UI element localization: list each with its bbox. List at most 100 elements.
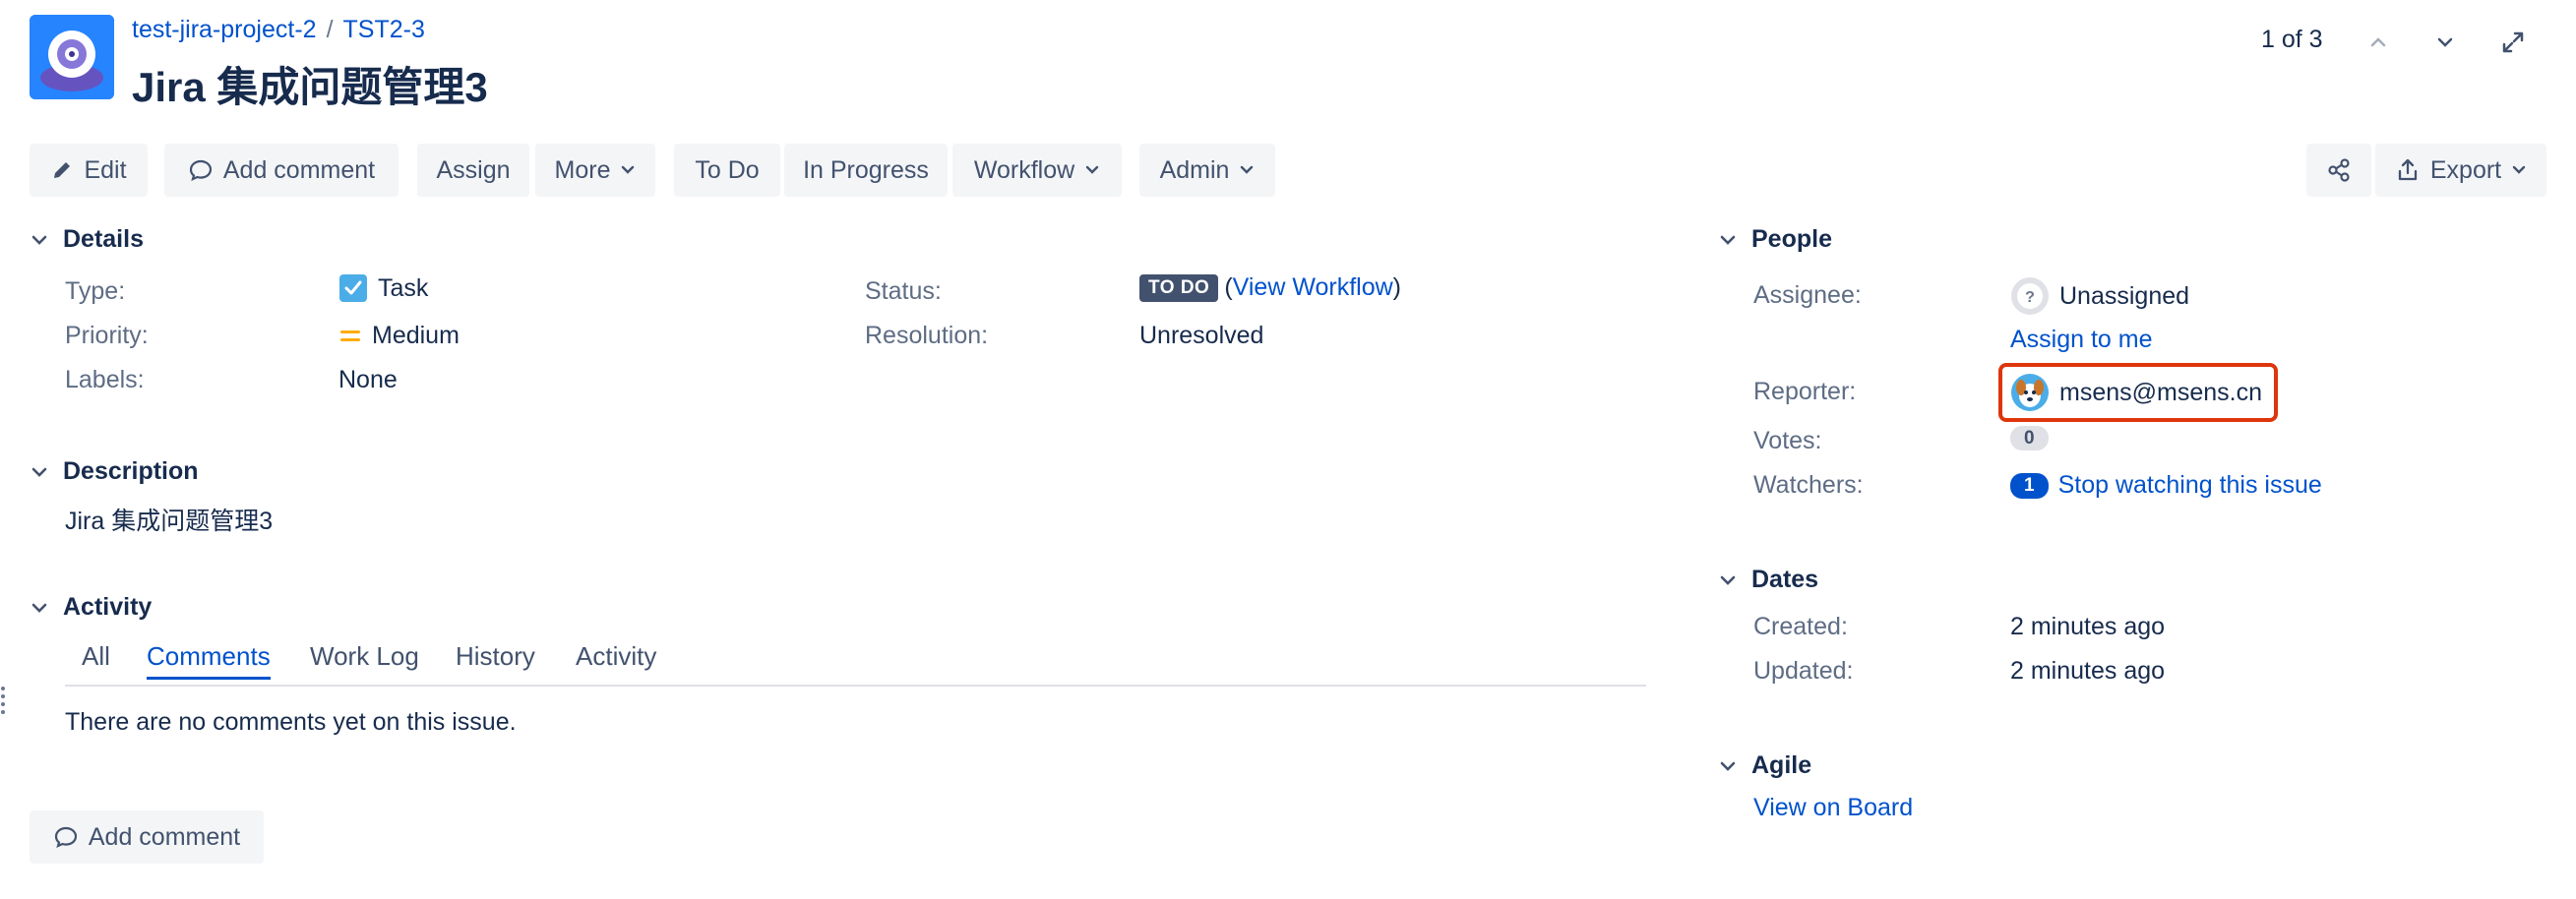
assignee-label: Assignee: bbox=[1753, 281, 1862, 309]
status-label: Status: bbox=[865, 277, 942, 305]
breadcrumb-separator: / bbox=[326, 16, 334, 43]
expand-icon bbox=[2502, 31, 2524, 53]
chevron-down-icon bbox=[31, 603, 47, 613]
type-value: Task bbox=[338, 273, 428, 303]
assign-to-me-link[interactable]: Assign to me bbox=[2010, 326, 2153, 354]
assign-button[interactable]: Assign bbox=[417, 144, 529, 197]
edit-button[interactable]: Edit bbox=[30, 144, 148, 197]
todo-label: To Do bbox=[695, 155, 760, 184]
priority-label: Priority: bbox=[65, 322, 149, 349]
workflow-label: Workflow bbox=[973, 155, 1075, 184]
chevron-down-icon bbox=[1720, 575, 1736, 585]
description-heading: Description bbox=[63, 457, 199, 485]
tab-comments[interactable]: Comments bbox=[147, 641, 271, 680]
more-label: More bbox=[554, 155, 611, 184]
chevron-up-icon bbox=[2370, 37, 2386, 47]
chevron-down-icon bbox=[1241, 165, 1254, 174]
drag-handle[interactable] bbox=[0, 685, 6, 714]
assignee-value: ? Unassigned bbox=[2010, 276, 2189, 316]
add-comment-label: Add comment bbox=[222, 155, 376, 184]
in-progress-transition-button[interactable]: In Progress bbox=[784, 144, 948, 197]
details-section-toggle[interactable]: Details bbox=[30, 225, 144, 254]
in-progress-label: In Progress bbox=[803, 155, 929, 184]
comment-icon bbox=[189, 159, 212, 181]
description-section-toggle[interactable]: Description bbox=[30, 457, 199, 486]
reporter-value-text: msens@msens.cn bbox=[2059, 378, 2262, 406]
reporter-avatar-icon bbox=[2011, 374, 2049, 411]
tab-activity[interactable]: Activity bbox=[576, 641, 656, 672]
dates-heading: Dates bbox=[1751, 566, 1819, 593]
expand-button[interactable] bbox=[2493, 23, 2533, 62]
view-on-board-link[interactable]: View on Board bbox=[1753, 794, 1913, 822]
resolution-value: Unresolved bbox=[1139, 322, 1264, 349]
updated-value: 2 minutes ago bbox=[2010, 657, 2166, 685]
type-value-text: Task bbox=[378, 273, 429, 302]
watchers-badge[interactable]: 1 bbox=[2010, 472, 2049, 499]
tab-history[interactable]: History bbox=[456, 641, 535, 672]
admin-label: Admin bbox=[1159, 155, 1230, 184]
people-heading: People bbox=[1751, 225, 1832, 253]
agile-section-toggle[interactable]: Agile bbox=[1718, 751, 1811, 780]
edit-label: Edit bbox=[84, 155, 127, 184]
view-workflow-paren-open: ( bbox=[1224, 273, 1233, 301]
project-avatar-icon[interactable] bbox=[30, 15, 114, 99]
status-value: TO DO (View Workflow) bbox=[1139, 273, 1401, 302]
issue-pager-text: 1 of 3 bbox=[2261, 26, 2323, 53]
drag-handle-icon bbox=[1, 687, 5, 714]
todo-transition-button[interactable]: To Do bbox=[674, 144, 780, 197]
add-comment-button[interactable]: Add comment bbox=[164, 144, 399, 197]
chevron-down-icon bbox=[31, 467, 47, 477]
unassigned-avatar-icon: ? bbox=[2011, 277, 2049, 315]
svg-text:?: ? bbox=[2025, 289, 2035, 306]
watchers-value: 1 Stop watching this issue bbox=[2010, 471, 2322, 500]
reporter-label: Reporter: bbox=[1753, 378, 1857, 405]
admin-button[interactable]: Admin bbox=[1139, 144, 1275, 197]
resolution-label: Resolution: bbox=[865, 322, 989, 349]
description-text[interactable]: Jira 集成问题管理3 bbox=[65, 502, 273, 537]
chevron-down-icon bbox=[622, 165, 635, 174]
watchers-label: Watchers: bbox=[1753, 471, 1864, 499]
workflow-button[interactable]: Workflow bbox=[952, 144, 1122, 197]
assignee-value-text: Unassigned bbox=[2059, 281, 2190, 310]
reporter-value[interactable]: msens@msens.cn bbox=[2010, 373, 2262, 412]
stop-watching-link[interactable]: Stop watching this issue bbox=[2058, 471, 2322, 500]
chevron-down-icon bbox=[1720, 235, 1736, 245]
status-badge: TO DO bbox=[1139, 273, 1219, 302]
type-label: Type: bbox=[65, 277, 126, 305]
breadcrumb-project-link[interactable]: test-jira-project-2 bbox=[132, 16, 317, 43]
tab-all[interactable]: All bbox=[82, 641, 110, 672]
export-icon bbox=[2398, 158, 2418, 181]
activity-tabs: All Comments Work Log History Activity bbox=[65, 641, 1646, 687]
export-button[interactable]: Export bbox=[2375, 144, 2546, 197]
add-comment-bottom-button[interactable]: Add comment bbox=[30, 810, 264, 864]
more-button[interactable]: More bbox=[535, 144, 655, 197]
chevron-down-icon bbox=[31, 235, 47, 245]
view-workflow-paren-close: ) bbox=[1392, 273, 1401, 301]
share-button[interactable] bbox=[2306, 144, 2371, 197]
updated-label: Updated: bbox=[1753, 657, 1854, 685]
pencil-icon bbox=[54, 162, 71, 178]
breadcrumb: test-jira-project-2 / TST2-3 bbox=[132, 16, 425, 44]
votes-count[interactable]: 0 bbox=[2010, 426, 2049, 450]
priority-value-text: Medium bbox=[372, 322, 460, 349]
assign-label: Assign bbox=[436, 155, 511, 184]
labels-label: Labels: bbox=[65, 366, 145, 393]
previous-issue-button[interactable] bbox=[2359, 23, 2398, 62]
agile-heading: Agile bbox=[1751, 751, 1812, 779]
activity-section-toggle[interactable]: Activity bbox=[30, 593, 152, 622]
chevron-down-icon bbox=[1720, 761, 1736, 771]
chevron-down-icon bbox=[1085, 165, 1099, 174]
chevron-down-icon bbox=[2512, 165, 2526, 174]
export-label: Export bbox=[2429, 155, 2502, 184]
tab-work-log[interactable]: Work Log bbox=[310, 641, 419, 672]
activity-heading: Activity bbox=[63, 593, 153, 621]
created-value: 2 minutes ago bbox=[2010, 613, 2166, 640]
view-workflow-link[interactable]: View Workflow bbox=[1233, 273, 1393, 302]
comment-icon bbox=[54, 826, 77, 848]
breadcrumb-issue-key[interactable]: TST2-3 bbox=[343, 16, 425, 43]
people-section-toggle[interactable]: People bbox=[1718, 225, 1832, 254]
next-issue-button[interactable] bbox=[2425, 23, 2465, 62]
chevron-down-icon bbox=[2437, 37, 2453, 47]
dates-section-toggle[interactable]: Dates bbox=[1718, 566, 1818, 594]
created-label: Created: bbox=[1753, 613, 1848, 640]
